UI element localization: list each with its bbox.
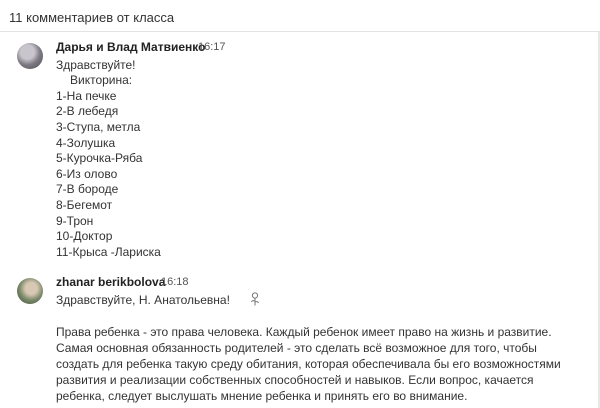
comment-text-line: 8-Бегемот [56,198,113,212]
comments-header: 11 комментариев от класса [0,0,600,32]
comment-text-line: 10-Доктор [56,229,113,243]
comment-greeting: Здравствуйте, Н. Анатольевна! [56,293,230,307]
avatar[interactable] [17,43,43,69]
comment-text-line: 7-В бороде [56,182,119,196]
comment-text-line: 4-Золушка [56,136,116,150]
comment-time: 16:17 [198,41,226,53]
comment-text-line: Викторина: [70,73,133,87]
comment-text-line: 3-Ступа, метла [56,120,141,134]
comment-text-line: 2-В лебедя [56,104,119,118]
comment-text-line: 9-Трон [56,214,94,228]
comment-body: Права ребенка - это права человека. Кажд… [56,325,561,403]
comment-text-line: Здравствуйте! [56,58,136,72]
comment-text-line: 5-Курочка-Ряба [56,151,143,165]
comment-text-line: 11-Крыса -Лариска [56,245,161,259]
comment-author[interactable]: Дарья и Влад Матвиенко [56,40,205,54]
comment-time: 16:18 [161,276,189,288]
avatar[interactable] [17,278,43,304]
comment-count-label: 11 комментариев от класса [9,10,175,25]
rose-icon [251,292,259,306]
comment-author[interactable]: zhanar berikbolova [56,275,165,289]
comment-text-line: 1-На печке [56,89,117,103]
comment-text-line: 6-Из олово [56,167,118,181]
